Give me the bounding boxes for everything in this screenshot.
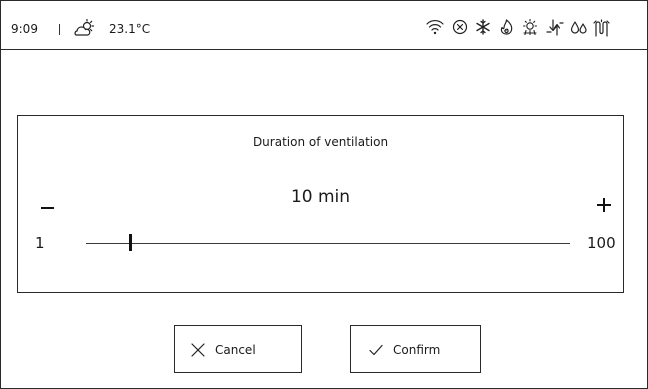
duration-slider-track[interactable]: [86, 243, 570, 244]
panel-title: Duration of ventilation: [252, 135, 389, 149]
clock: 9:09: [11, 22, 38, 36]
flame-icon: [500, 19, 513, 35]
drops-icon: [570, 21, 587, 34]
slider-min-label: 1: [35, 234, 45, 252]
wifi-icon: [426, 20, 444, 35]
confirm-button[interactable]: Confirm: [350, 325, 481, 373]
check-icon: [369, 344, 383, 356]
cancel-label: Cancel: [215, 343, 256, 357]
partly-sunny-icon: [74, 19, 95, 36]
temperature: 23.1°C: [109, 22, 151, 36]
confirm-label: Confirm: [393, 343, 441, 357]
duration-value: 10 min: [290, 187, 351, 207]
decrease-button[interactable]: [32, 194, 60, 222]
heating-coil-icon: [593, 19, 610, 37]
snowflake-icon: [476, 19, 490, 35]
ventilation-duration-screen: 9:09 23.1°C Duration of ventilation 10 m…: [0, 0, 648, 389]
cancel-button[interactable]: Cancel: [174, 325, 302, 373]
status-bar: 9:09 23.1°C: [1, 1, 647, 50]
duration-slider-thumb[interactable]: [129, 234, 132, 251]
sun-cloud-icon: [522, 19, 538, 35]
ventilation-arrows-icon: [546, 19, 564, 36]
increase-button[interactable]: [590, 192, 618, 220]
status-divider: [59, 24, 60, 35]
close-circle-icon: [452, 19, 468, 35]
close-icon: [191, 343, 205, 357]
ventilation-duration-panel: Duration of ventilation 10 min 1 100: [17, 115, 624, 293]
slider-max-label: 100: [587, 234, 616, 252]
